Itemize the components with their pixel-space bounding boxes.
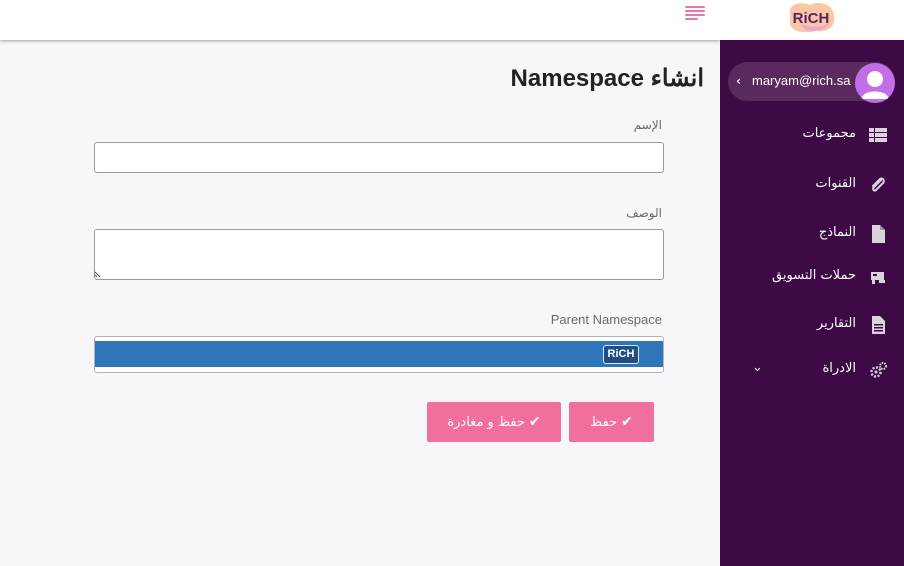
save-label: حفظ (590, 414, 618, 430)
sidebar-item-label: حملات التسويق (772, 268, 856, 283)
logo-text: RiCH (793, 10, 830, 27)
description-label: الوصف (626, 206, 662, 220)
chevron-down-icon[interactable]: ⌄ (752, 360, 763, 375)
sidebar-item-label: التقارير (816, 316, 856, 331)
file-text-icon (872, 316, 885, 334)
user-email: maryam@rich.sa (752, 73, 851, 88)
sidebar-item-label: القنوات (815, 176, 856, 191)
save-button[interactable]: ✔ حفظ (569, 402, 654, 442)
name-input[interactable] (94, 142, 664, 173)
sidebar-item-label: مجموعات (802, 126, 856, 141)
save-and-exit-label: حفظ و مغادرة (447, 414, 525, 430)
sidebar-item-campaigns[interactable]: حملات التسويق (722, 263, 900, 291)
sidebar-item-channels[interactable]: القنوات (722, 171, 900, 199)
megaphone-icon (871, 272, 885, 284)
description-textarea[interactable] (94, 229, 664, 280)
user-avatar-icon (861, 71, 889, 99)
selected-option-chip[interactable]: RiCH (603, 345, 639, 364)
sidebar-item-label: الادراة (822, 361, 856, 376)
sidebar-item-administration[interactable]: الادراة ⌄ (722, 356, 900, 384)
selected-option-highlight[interactable] (95, 341, 663, 367)
name-label: الإسم (633, 118, 662, 132)
brand-logo[interactable]: RiCH (784, 2, 838, 32)
resize-grip-icon[interactable] (94, 268, 104, 278)
sidebar-item-forms[interactable]: النماذج (722, 220, 900, 248)
sidebar-item-label: النماذج (818, 225, 856, 240)
hamburger-menu-icon[interactable] (685, 4, 707, 22)
avatar[interactable] (855, 63, 895, 103)
page-title: انشاء Namespace (510, 65, 704, 92)
sidebar (720, 40, 904, 566)
file-icon (872, 225, 885, 243)
top-bar (0, 0, 720, 40)
save-and-exit-button[interactable]: ✔ حفظ و مغادرة (427, 402, 561, 442)
sidebar-item-reports[interactable]: التقارير (722, 311, 900, 339)
paperclip-icon (872, 177, 885, 192)
check-icon: ✔ (621, 414, 633, 430)
chevron-left-icon[interactable]: ‹ (736, 74, 741, 88)
sidebar-item-groups[interactable]: مجموعات (722, 121, 900, 149)
table-icon (869, 128, 887, 142)
check-icon: ✔ (528, 414, 541, 430)
gears-icon (870, 362, 887, 378)
parent-namespace-label: Parent Namespace (550, 312, 662, 327)
